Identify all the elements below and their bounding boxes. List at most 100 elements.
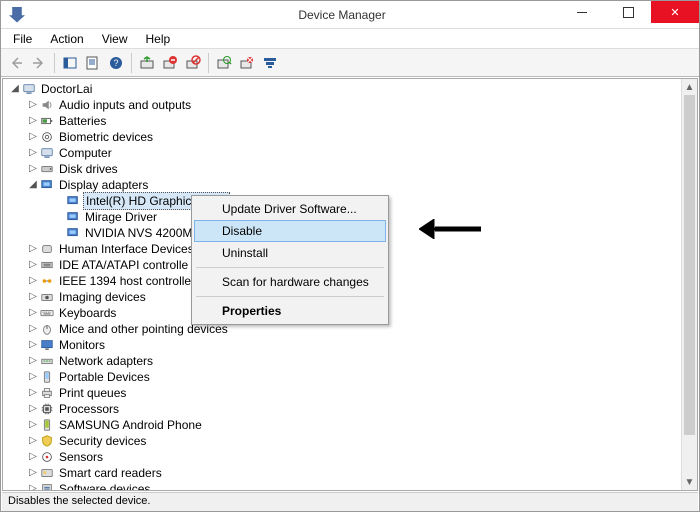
tree-node-sensors[interactable]: ▷Sensors [5,449,697,465]
ctx-uninstall[interactable]: Uninstall [194,242,386,264]
tree-root[interactable]: ◢ DoctorLai [5,81,697,97]
uninstall-button[interactable] [159,52,181,74]
expander-icon[interactable]: ▷ [27,385,39,401]
expander-icon[interactable]: ▷ [27,353,39,369]
scroll-down-arrow[interactable]: ▼ [682,474,697,490]
node-label: Monitors [57,337,107,353]
node-label: Smart card readers [57,465,164,481]
filter-button[interactable] [259,52,281,74]
network-icon [39,354,55,368]
expander-icon[interactable]: ▷ [27,241,39,257]
ctx-update-driver[interactable]: Update Driver Software... [194,198,386,220]
tree-node-software-devices[interactable]: ▷ Software devices [5,481,697,491]
minimize-button[interactable] [559,1,605,23]
expander-icon[interactable]: ▷ [27,129,39,145]
status-bar: Disables the selected device. [2,492,698,511]
scroll-up-arrow[interactable]: ▲ [682,79,697,95]
node-label: Batteries [57,113,108,129]
hid-icon [39,242,55,256]
disk-icon [39,162,55,176]
display-adapter-icon [65,226,81,240]
tree-node-print-queues[interactable]: ▷Print queues [5,385,697,401]
menu-help[interactable]: Help [138,30,179,48]
tree-node-network[interactable]: ▷ Network adapters [5,353,697,369]
ctx-scan-hardware[interactable]: Scan for hardware changes [194,271,386,293]
back-button[interactable] [5,52,27,74]
cpu-icon [39,402,55,416]
node-label: Imaging devices [57,289,148,305]
biometric-icon [39,130,55,144]
tree-node-samsung-android[interactable]: ▷SAMSUNG Android Phone [5,417,697,433]
audio-icon [39,98,55,112]
tree-node-biometric[interactable]: ▷ Biometric devices [5,129,697,145]
context-menu: Update Driver Software... Disable Uninst… [191,195,389,325]
expander-icon[interactable]: ▷ [27,449,39,465]
ctx-separator [196,296,384,297]
enable-button[interactable] [236,52,258,74]
expander-icon[interactable]: ▷ [27,161,39,177]
toolbar: ? [1,49,699,77]
tree-node-display-adapters[interactable]: ◢Display adapters [5,177,697,193]
expander-icon[interactable]: ▷ [27,369,39,385]
ctx-separator [196,267,384,268]
expander-icon[interactable]: ▷ [27,97,39,113]
android-icon [39,418,55,432]
node-label: IDE ATA/ATAPI controlle [57,257,190,273]
menu-file[interactable]: File [5,30,40,48]
node-label: Computer [57,145,114,161]
expander-icon[interactable]: ▷ [27,401,39,417]
ctx-disable[interactable]: Disable [194,220,386,242]
expander-icon[interactable]: ▷ [27,465,39,481]
expander-icon[interactable]: ▷ [27,289,39,305]
node-label: Disk drives [57,161,120,177]
tree-node-computer[interactable]: ▷ Computer [5,145,697,161]
update-driver-button[interactable] [136,52,158,74]
forward-button[interactable] [28,52,50,74]
expander-icon[interactable]: ▷ [27,337,39,353]
tree-node-batteries[interactable]: ▷ Batteries [5,113,697,129]
scroll-thumb[interactable] [684,95,695,435]
tree-node-monitors[interactable]: ▷ Monitors [5,337,697,353]
show-hide-console-tree-button[interactable] [59,52,81,74]
app-icon [9,7,25,23]
expander-icon[interactable]: ▷ [27,417,39,433]
expander-icon[interactable]: ▷ [27,257,39,273]
tree-node-audio[interactable]: ▷Audio inputs and outputs [5,97,697,113]
menu-view[interactable]: View [94,30,136,48]
expander-icon[interactable]: ▷ [27,433,39,449]
svg-text:?: ? [113,58,118,68]
tree-node-smartcard[interactable]: ▷ Smart card readers [5,465,697,481]
properties-button[interactable] [82,52,104,74]
node-label: IEEE 1394 host controllers [57,273,203,289]
tree-node-processors[interactable]: ▷Processors [5,401,697,417]
node-label: Software devices [57,481,152,491]
help-button[interactable]: ? [105,52,127,74]
disable-button[interactable] [182,52,204,74]
expander-icon[interactable]: ▷ [27,145,39,161]
tree-node-portable-devices[interactable]: ▷ Portable Devices [5,369,697,385]
expander-icon[interactable]: ◢ [9,81,21,97]
vertical-scrollbar[interactable]: ▲ ▼ [681,79,697,490]
expander-icon[interactable]: ▷ [27,113,39,129]
computer-icon [39,146,55,160]
maximize-button[interactable] [605,1,651,23]
firewire-icon [39,274,55,288]
expander-icon[interactable]: ◢ [27,177,39,193]
node-label: Biometric devices [57,129,155,145]
node-label: Network adapters [57,353,155,369]
expander-icon[interactable]: ▷ [27,273,39,289]
scan-hardware-button[interactable] [213,52,235,74]
node-label: Keyboards [57,305,118,321]
tree-node-security[interactable]: ▷Security devices [5,433,697,449]
menu-action[interactable]: Action [42,30,91,48]
node-label: Portable Devices [57,369,152,385]
computer-icon [21,82,37,96]
ctx-properties[interactable]: Properties [194,300,386,322]
annotation-arrow [419,219,481,242]
close-button[interactable] [651,1,699,23]
printer-icon [39,386,55,400]
expander-icon[interactable]: ▷ [27,305,39,321]
expander-icon[interactable]: ▷ [27,321,39,337]
tree-node-disk-drives[interactable]: ▷ Disk drives [5,161,697,177]
expander-icon[interactable]: ▷ [27,481,39,491]
